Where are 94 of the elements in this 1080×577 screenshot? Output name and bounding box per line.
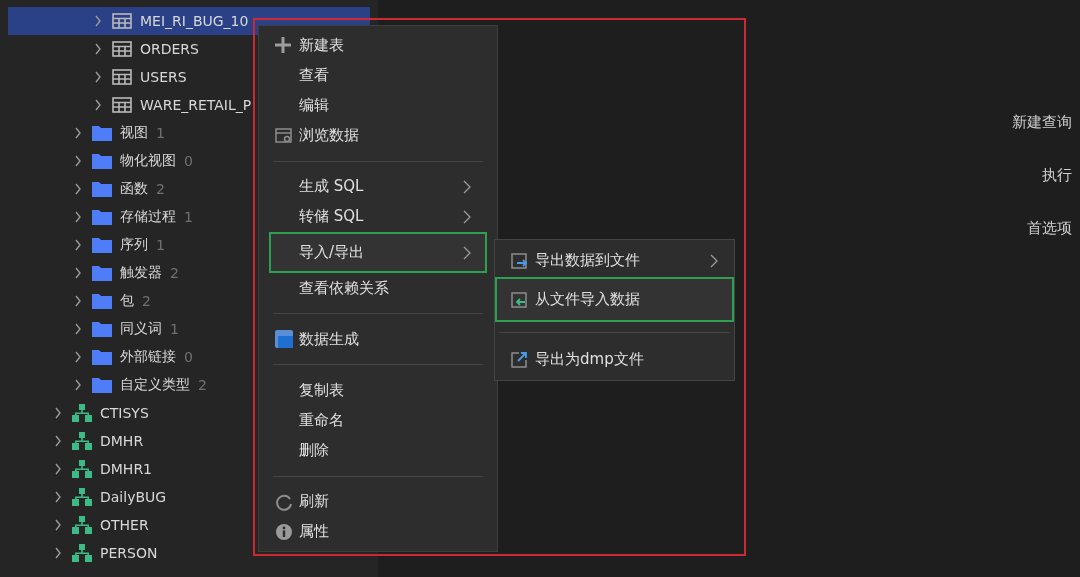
chevron-icon[interactable] <box>74 351 82 363</box>
browse-data-icon <box>275 127 293 144</box>
menu-item[interactable]: 导出为dmp文件 <box>495 343 734 376</box>
chevron-icon[interactable] <box>74 323 82 335</box>
chevron-icon[interactable] <box>94 99 102 111</box>
folder-icon <box>92 321 112 337</box>
tree-item-label: CTISYS <box>100 405 149 421</box>
folder-icon <box>92 237 112 253</box>
item-count: 0 <box>184 349 193 365</box>
menu-item[interactable]: 导入/导出 <box>269 232 487 274</box>
folder-icon <box>92 349 112 365</box>
chevron-icon[interactable] <box>74 183 82 195</box>
menu-item[interactable]: 重命名 <box>269 405 487 436</box>
item-count: 2 <box>156 181 165 197</box>
schema-icon <box>72 460 92 478</box>
tree-item-label: 同义词 <box>120 320 162 338</box>
schema-icon <box>72 516 92 534</box>
chevron-icon[interactable] <box>94 71 102 83</box>
table-icon <box>112 69 132 85</box>
schema-icon <box>72 488 92 506</box>
schema-icon <box>72 432 92 450</box>
folder-icon <box>92 153 112 169</box>
plus-icon <box>275 37 291 54</box>
menu-item[interactable]: 查看依赖关系 <box>269 273 487 304</box>
chevron-icon[interactable] <box>74 239 82 251</box>
data-generate-icon <box>275 330 293 349</box>
tree-item-label: WARE_RETAIL_P <box>140 97 252 113</box>
tree-item-label: OTHER <box>100 517 149 533</box>
menu-item[interactable]: 转储 SQL <box>269 201 487 233</box>
refresh-icon <box>275 492 293 511</box>
item-count: 2 <box>198 377 207 393</box>
info-icon <box>275 523 293 541</box>
menu-item[interactable]: 复制表 <box>269 375 487 406</box>
table-icon <box>112 13 132 29</box>
tree-item-label: ORDERS <box>140 41 199 57</box>
quick-action-link[interactable]: 执行 <box>1042 164 1072 186</box>
menu-item[interactable]: 从文件导入数据 <box>495 277 734 322</box>
item-count: 0 <box>184 153 193 169</box>
chevron-icon[interactable] <box>54 491 62 503</box>
chevron-icon[interactable] <box>74 267 82 279</box>
chevron-icon[interactable] <box>94 43 102 55</box>
chevron-icon[interactable] <box>54 435 62 447</box>
chevron-icon[interactable] <box>74 211 82 223</box>
tree-item-label: 触发器 <box>120 264 162 282</box>
table-icon <box>112 41 132 57</box>
menu-item[interactable]: 刷新 <box>269 486 487 517</box>
tree-item-label: DMHR1 <box>100 461 153 477</box>
chevron-icon[interactable] <box>74 379 82 391</box>
menu-item[interactable]: 导出数据到文件 <box>495 244 734 277</box>
menu-item[interactable]: 查看 <box>269 60 487 91</box>
chevron-icon[interactable] <box>54 547 62 559</box>
tree-item-label: MEI_RI_BUG_10 <box>140 13 249 29</box>
menu-item[interactable]: 数据生成 <box>269 324 487 355</box>
folder-icon <box>92 293 112 309</box>
export-icon <box>511 252 529 269</box>
folder-icon <box>92 265 112 281</box>
chevron-icon[interactable] <box>94 15 102 27</box>
chevron-icon[interactable] <box>54 519 62 531</box>
tree-item-label: 序列 <box>120 236 148 254</box>
quick-action-link[interactable]: 新建查询 <box>1012 111 1072 133</box>
import-icon <box>511 291 529 308</box>
chevron-icon[interactable] <box>74 155 82 167</box>
table-icon <box>112 97 132 113</box>
item-count: 1 <box>156 125 165 141</box>
chevron-icon[interactable] <box>74 295 82 307</box>
tree-item-label: 物化视图 <box>120 152 176 170</box>
tree-item-label: USERS <box>140 69 187 85</box>
chevron-icon[interactable] <box>54 463 62 475</box>
folder-icon <box>92 181 112 197</box>
folder-icon <box>92 125 112 141</box>
item-count: 1 <box>156 237 165 253</box>
tree-item-label: DMHR <box>100 433 144 449</box>
export-file-icon <box>511 351 529 368</box>
tree-item-label: 包 <box>120 292 134 310</box>
tree-item-label: DailyBUG <box>100 489 167 505</box>
item-count: 1 <box>184 209 193 225</box>
schema-icon <box>72 544 92 562</box>
chevron-icon[interactable] <box>74 127 82 139</box>
menu-item[interactable]: 编辑 <box>269 90 487 121</box>
tree-item-label: 自定义类型 <box>120 376 190 394</box>
tree-item-label: 存储过程 <box>120 208 176 226</box>
folder-icon <box>92 209 112 225</box>
schema-icon <box>72 404 92 422</box>
menu-item[interactable]: 删除 <box>269 435 487 466</box>
folder-icon <box>92 377 112 393</box>
item-count: 1 <box>170 321 179 337</box>
quick-action-link[interactable]: 首选项 <box>1027 217 1072 239</box>
item-count: 2 <box>142 293 151 309</box>
tree-item-label: PERSON <box>100 545 158 561</box>
chevron-icon[interactable] <box>54 407 62 419</box>
item-count: 2 <box>170 265 179 281</box>
tree-item-label: 函数 <box>120 180 148 198</box>
tree-item-label: 外部链接 <box>120 348 176 366</box>
tree-item-label: 视图 <box>120 124 148 142</box>
